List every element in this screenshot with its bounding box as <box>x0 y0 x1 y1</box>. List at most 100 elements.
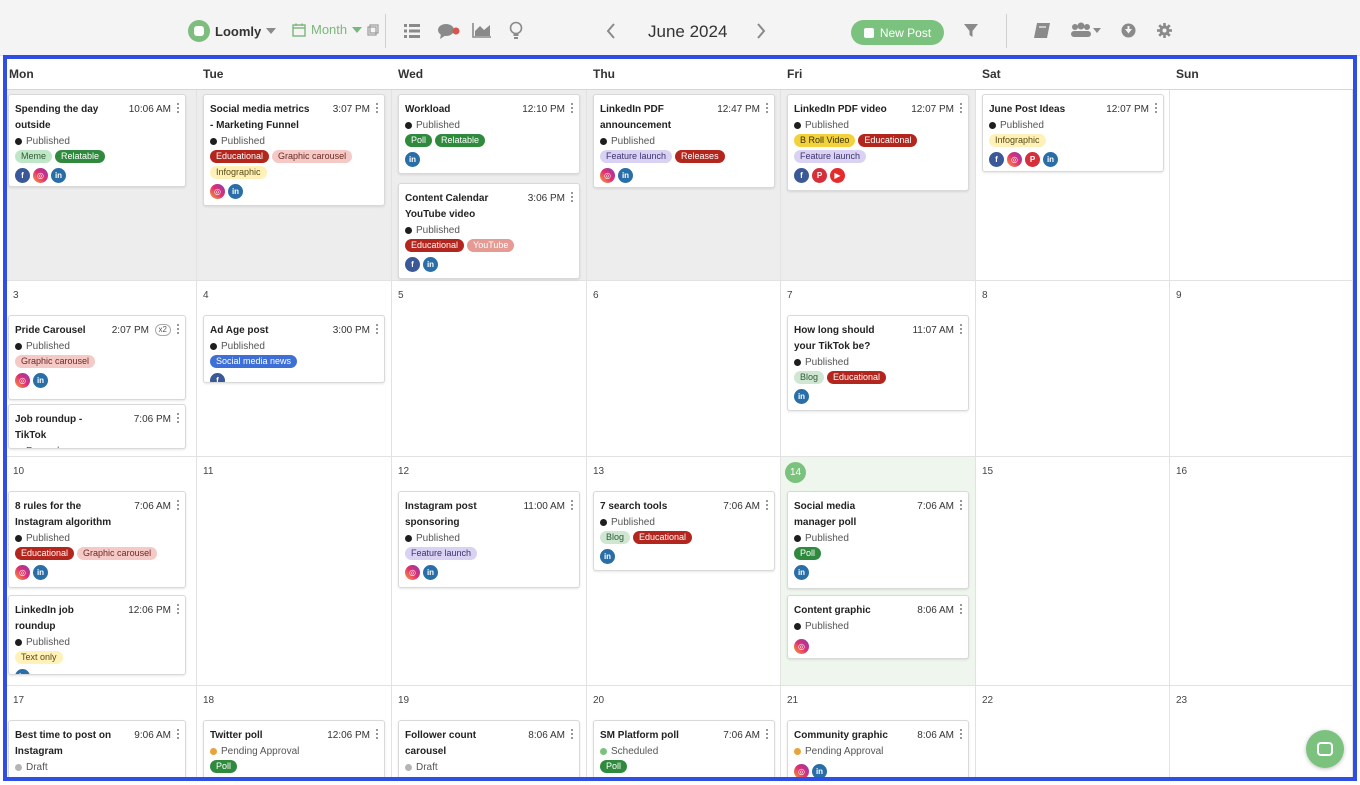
day-cell[interactable]: 13 7 search tools 7:06 AM Published Blog Educ… <box>587 457 781 686</box>
post-tag[interactable]: YouTube <box>467 239 515 252</box>
analytics-icon[interactable] <box>472 22 492 38</box>
more-options-icon[interactable] <box>177 729 180 740</box>
post-card[interactable]: LinkedIn PDF video 12:07 PM Published B Rol… <box>787 94 969 191</box>
more-options-icon[interactable] <box>177 604 180 615</box>
library-icon[interactable] <box>1034 23 1050 38</box>
post-tag[interactable]: Poll <box>794 547 822 560</box>
more-options-icon[interactable] <box>571 192 574 203</box>
post-card[interactable]: SM Platform poll 7:06 AM Scheduled Poll <box>593 720 775 777</box>
day-cell[interactable]: Social media metrics - Marketing Funnel 3… <box>197 90 392 281</box>
post-tag[interactable]: Educational <box>15 547 75 560</box>
more-options-icon[interactable] <box>177 103 180 114</box>
copy-icon[interactable] <box>367 23 379 36</box>
day-cell[interactable]: Workload 12:10 PM Published Poll Relatable in… <box>392 90 587 281</box>
more-options-icon[interactable] <box>766 500 769 511</box>
post-card[interactable]: Twitter poll 12:06 PM Pending Approval Poll <box>203 720 385 777</box>
day-cell[interactable]: June Post Ideas 12:07 PM Published Infograp… <box>976 90 1170 281</box>
post-card[interactable]: 7 search tools 7:06 AM Published Blog Educat… <box>593 491 775 571</box>
day-cell[interactable]: 7 How long should your TikTok be? 11:07 AM… <box>781 281 976 457</box>
post-tag[interactable]: B Roll Video <box>794 134 856 147</box>
post-card[interactable]: Social media metrics - Marketing Funnel 3… <box>203 94 385 206</box>
post-tag[interactable]: Feature launch <box>405 547 478 560</box>
post-tag[interactable]: Graphic carousel <box>15 355 96 368</box>
more-options-icon[interactable] <box>960 604 963 615</box>
post-card[interactable]: Community graphic 8:06 AM Pending Approval… <box>787 720 969 777</box>
post-tag[interactable]: Poll <box>210 760 238 773</box>
post-tag[interactable]: Poll <box>600 760 628 773</box>
post-tag[interactable]: Blog <box>794 371 825 384</box>
post-tag[interactable]: Releases <box>675 150 725 163</box>
post-card[interactable]: Follower count carousel8:06 AMDraft◎in <box>398 720 580 777</box>
post-card[interactable]: Job roundup - TikTok7:06 PMPassed <box>8 404 186 449</box>
more-options-icon[interactable] <box>376 729 379 740</box>
post-card[interactable]: June Post Ideas 12:07 PM Published Infograp… <box>982 94 1164 172</box>
more-options-icon[interactable] <box>376 324 379 335</box>
chat-button[interactable] <box>1306 730 1344 768</box>
day-cell[interactable]: 18 Twitter poll 12:06 PM Pending Approval Po… <box>197 686 392 777</box>
more-options-icon[interactable] <box>960 103 963 114</box>
day-cell[interactable]: 4 Ad Age post 3:00 PM Published Social media… <box>197 281 392 457</box>
post-tag[interactable]: Educational <box>210 150 270 163</box>
post-card[interactable]: Pride Carousel 2:07 PM x2 Published Graphic … <box>8 315 186 400</box>
post-tag[interactable]: Infographic <box>989 134 1046 147</box>
post-tag[interactable]: Relatable <box>435 134 486 147</box>
post-card[interactable]: Social media manager poll 7:06 AM Publishe… <box>787 491 969 589</box>
ideas-icon[interactable] <box>509 21 523 40</box>
more-options-icon[interactable] <box>376 103 379 114</box>
day-cell[interactable]: 9 <box>1170 281 1353 457</box>
list-view-icon[interactable] <box>404 24 420 38</box>
day-cell[interactable]: LinkedIn PDF video 12:07 PM Published B Rol… <box>781 90 976 281</box>
post-tag[interactable]: Relatable <box>55 150 106 163</box>
post-card[interactable]: Ad Age post 3:00 PM Published Social media … <box>203 315 385 383</box>
post-card[interactable]: LinkedIn job roundup 12:06 PM Published Tex… <box>8 595 186 675</box>
day-cell[interactable]: LinkedIn PDF announcement 12:47 PM Publish… <box>587 90 781 281</box>
post-tag[interactable]: Poll <box>405 134 433 147</box>
more-options-icon[interactable] <box>766 103 769 114</box>
post-card[interactable]: How long should your TikTok be? 11:07 AM P… <box>787 315 969 411</box>
post-card[interactable]: Spending the day outside 10:06 AM Publishe… <box>8 94 186 187</box>
download-icon[interactable] <box>1121 23 1136 38</box>
more-options-icon[interactable] <box>960 324 963 335</box>
more-options-icon[interactable] <box>960 500 963 511</box>
day-cell[interactable]: 12 Instagram post sponsoring 11:00 AM Publi… <box>392 457 587 686</box>
post-card[interactable]: Best time to post on Instagram 9:06 AM Dra… <box>8 720 186 777</box>
post-card[interactable]: LinkedIn PDF announcement 12:47 PM Publish… <box>593 94 775 188</box>
day-cell[interactable]: 22 <box>976 686 1170 777</box>
brand-switcher[interactable]: Loomly <box>188 20 277 42</box>
more-options-icon[interactable] <box>766 729 769 740</box>
day-cell[interactable] <box>1170 90 1353 281</box>
post-tag[interactable]: Infographic <box>210 166 267 179</box>
day-cell[interactable]: 10 8 rules for the Instagram algorithm 7:0… <box>7 457 197 686</box>
day-cell[interactable]: 11 <box>197 457 392 686</box>
day-cell[interactable]: 19Follower count carousel8:06 AMDraft◎in <box>392 686 587 777</box>
more-options-icon[interactable] <box>1155 103 1158 114</box>
more-options-icon[interactable] <box>177 500 180 511</box>
post-card[interactable]: Content Calendar YouTube video 3:06 PM Pub… <box>398 183 580 279</box>
post-tag[interactable]: Graphic carousel <box>77 547 158 560</box>
more-options-icon[interactable] <box>177 413 180 424</box>
settings-icon[interactable] <box>1157 23 1172 38</box>
view-select[interactable]: Month <box>292 22 379 37</box>
day-cell[interactable]: 5 <box>392 281 587 457</box>
more-options-icon[interactable] <box>571 103 574 114</box>
post-tag[interactable]: Educational <box>405 239 465 252</box>
day-cell[interactable]: 21 Community graphic 8:06 AM Pending Approv… <box>781 686 976 777</box>
filter-icon[interactable] <box>964 24 978 38</box>
post-card[interactable]: 8 rules for the Instagram algorithm 7:06 … <box>8 491 186 588</box>
post-tag[interactable]: Feature launch <box>600 150 673 163</box>
next-month-arrow-icon[interactable] <box>755 22 767 40</box>
day-cell[interactable]: 17 Best time to post on Instagram 9:06 AM D… <box>7 686 197 777</box>
more-options-icon[interactable] <box>571 500 574 511</box>
day-cell[interactable]: 14 Social media manager poll 7:06 AM Publis… <box>781 457 976 686</box>
prev-month-arrow-icon[interactable] <box>605 22 617 40</box>
post-tag[interactable]: Educational <box>633 531 693 544</box>
day-cell[interactable]: 15 <box>976 457 1170 686</box>
post-tag[interactable]: Graphic carousel <box>272 150 353 163</box>
post-tag[interactable]: Blog <box>600 531 631 544</box>
day-cell[interactable]: Spending the day outside 10:06 AM Publishe… <box>7 90 197 281</box>
day-cell[interactable]: 8 <box>976 281 1170 457</box>
new-post-button[interactable]: New Post <box>851 20 944 45</box>
more-options-icon[interactable] <box>177 324 180 335</box>
post-tag[interactable]: Text only <box>15 651 63 664</box>
post-card[interactable]: Workload 12:10 PM Published Poll Relatable in <box>398 94 580 174</box>
